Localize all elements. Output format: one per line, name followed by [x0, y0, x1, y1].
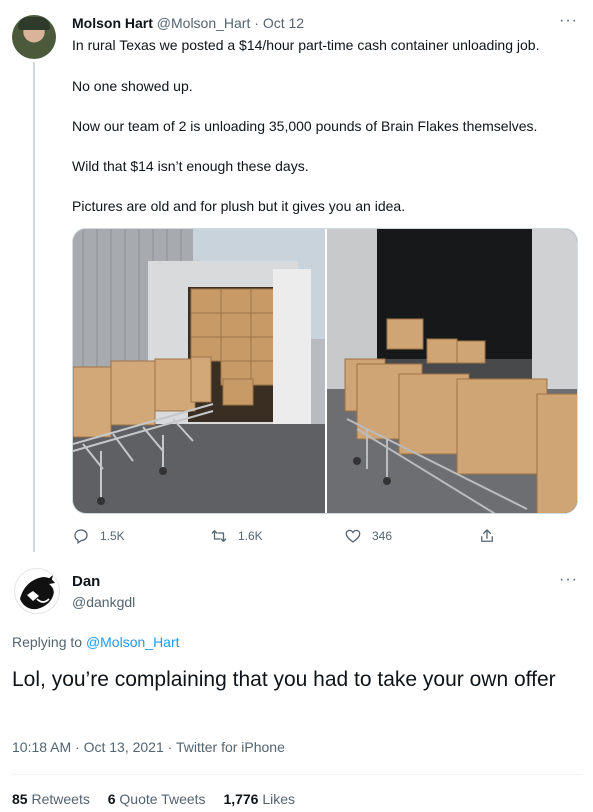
stats-divider: [12, 774, 582, 775]
like-action[interactable]: 346: [344, 527, 392, 545]
tweet-actions: 1.5K 1.6K 346: [72, 527, 578, 547]
tweet-header: Molson Hart @Molson_Hart · Oct 12: [72, 15, 304, 31]
retweet-count: 1.6K: [238, 529, 263, 543]
like-count: 346: [372, 529, 393, 543]
author-handle[interactable]: @Molson_Hart: [157, 15, 251, 31]
quotes-stat[interactable]: 6 Quote Tweets: [108, 791, 210, 807]
tweet-text-line-3: Now our team of 2 is unloading 35,000 po…: [72, 118, 538, 134]
thread-line: [33, 62, 35, 552]
tweet-date[interactable]: Oct 12: [263, 15, 304, 31]
tweet-text-line-2: No one showed up.: [72, 78, 193, 94]
reply-author-name[interactable]: Dan: [72, 573, 100, 590]
tweet-media: [72, 228, 578, 514]
reply-text: Lol, you’re complaining that you had to …: [12, 668, 556, 691]
reply-more-options-icon[interactable]: ···: [559, 571, 578, 589]
retweet-icon: [211, 530, 227, 542]
tweet-text-line-4: Wild that $14 isn’t enough these days.: [72, 158, 309, 174]
reply-timestamp[interactable]: 10:18 AM · Oct 13, 2021 · Twitter for iP…: [12, 739, 285, 755]
replying-to-link[interactable]: @Molson_Hart: [86, 634, 180, 650]
reply-author-handle[interactable]: @dankgdl: [72, 594, 135, 610]
retweet-action[interactable]: 1.6K: [210, 527, 263, 545]
tweet-text-line-1: In rural Texas we posted a $14/hour part…: [72, 37, 540, 53]
replying-prefix: Replying to: [12, 634, 83, 650]
retweets-label: Retweets: [31, 791, 90, 807]
tweet-text-line-5: Pictures are old and for plush but it gi…: [72, 198, 406, 214]
reply-count: 1.5K: [100, 529, 125, 543]
retweets-stat[interactable]: 85 Retweets: [12, 791, 94, 807]
dan-avatar[interactable]: [14, 568, 60, 614]
quotes-label: Quote Tweets: [119, 791, 206, 807]
likes-stat[interactable]: 1,776 Likes: [223, 791, 295, 807]
retweets-count: 85: [12, 791, 28, 807]
share-icon: [481, 529, 493, 542]
warehouse-photo-right[interactable]: [327, 229, 577, 513]
more-options-icon[interactable]: ···: [559, 12, 578, 30]
quotes-count: 6: [107, 791, 116, 807]
comment-icon: [74, 529, 88, 544]
heart-icon: [345, 529, 361, 543]
likes-count: 1,776: [223, 791, 259, 807]
reply-stats: 85 Retweets 6 Quote Tweets 1,776 Likes: [12, 791, 309, 807]
reply-action[interactable]: 1.5K: [72, 527, 125, 545]
likes-label: Likes: [262, 791, 296, 807]
header-separator: ·: [254, 15, 259, 31]
molson-avatar[interactable]: [12, 15, 56, 59]
replying-to: Replying to @Molson_Hart: [12, 634, 180, 650]
share-action[interactable]: [478, 527, 496, 545]
warehouse-photo-left[interactable]: [73, 229, 325, 513]
author-name[interactable]: Molson Hart: [72, 15, 153, 31]
